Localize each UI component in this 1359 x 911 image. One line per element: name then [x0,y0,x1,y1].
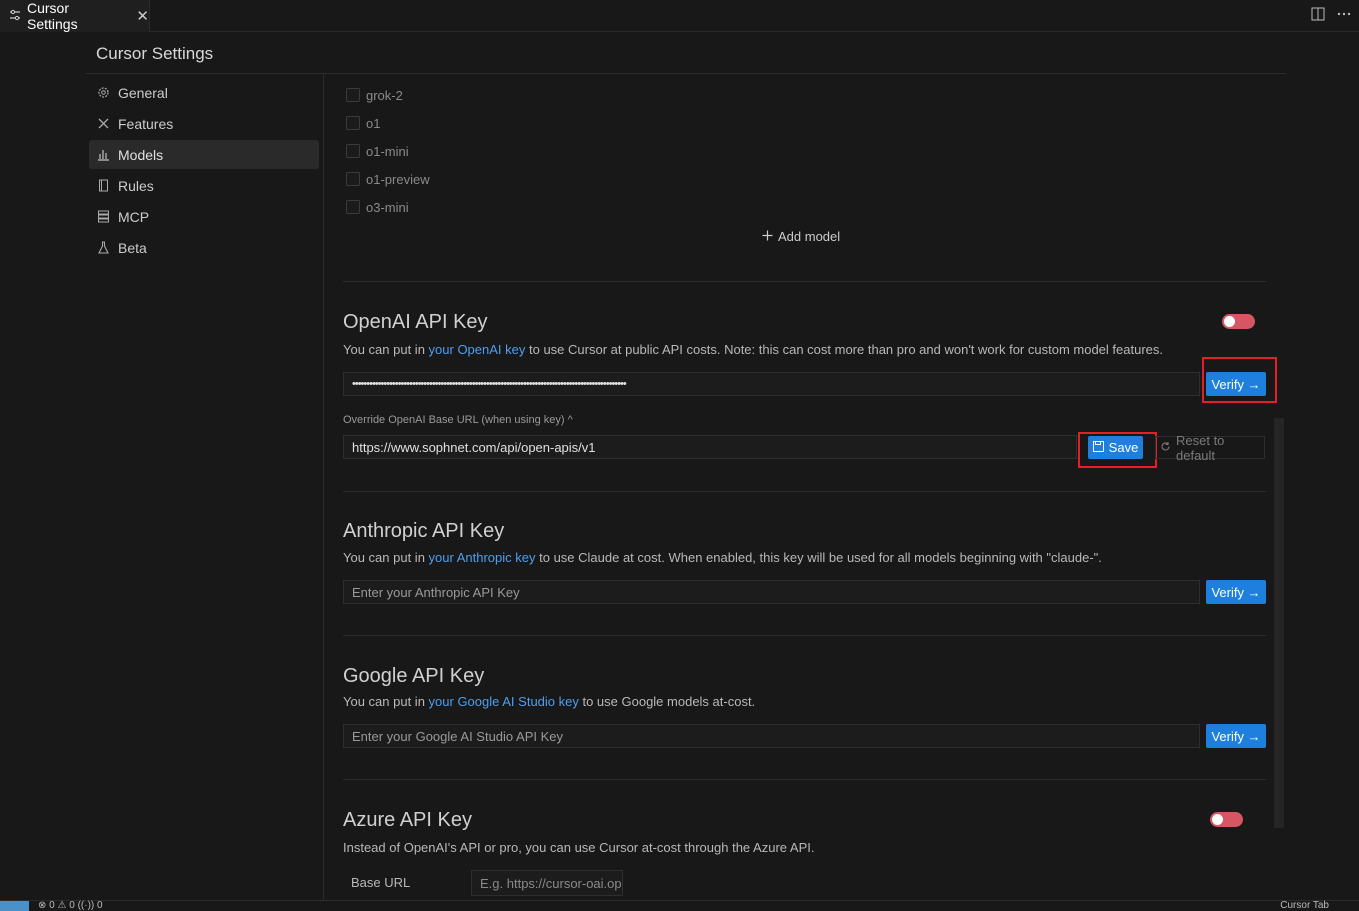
tools-icon [97,117,110,130]
openai-description: You can put in your OpenAI key to use Cu… [343,342,1163,357]
anthropic-verify-button[interactable]: Verify → [1206,580,1266,604]
sidebar-item-general[interactable]: General [89,78,319,107]
plus-icon [762,229,773,244]
sidebar-item-label: Features [118,115,174,132]
tab-title: Cursor Settings [27,0,78,32]
book-icon [97,179,110,192]
google-key-link[interactable]: your Google AI Studio key [429,694,579,709]
sidebar-item-models[interactable]: Models [89,140,319,169]
section-divider [343,635,1266,636]
google-key-input[interactable]: Enter your Google AI Studio API Key [343,724,1200,748]
section-divider [343,281,1266,282]
google-section-title: Google API Key [343,665,485,687]
openai-key-input[interactable]: ••••••••••••••••••••••••••••••••••••••••… [343,372,1200,396]
azure-section-title: Azure API Key [343,809,472,831]
scrollbar[interactable] [1274,418,1284,828]
settings-sliders-icon [9,8,21,24]
model-row-grok-2[interactable]: grok-2 [346,85,403,105]
server-icon [97,210,110,223]
page-title: Cursor Settings [96,44,214,63]
google-description: You can put in your Google AI Studio key… [343,694,755,709]
sidebar-item-features[interactable]: Features [89,109,319,138]
model-label: o1 [366,115,381,131]
desc-text: You can put in [343,694,429,709]
flask-icon [97,241,110,254]
desc-text: You can put in [343,550,429,565]
highlight-box-save [1078,432,1157,468]
cursor-tab-status[interactable]: Cursor Tab [1280,900,1329,911]
model-row-o1-preview[interactable]: o1-preview [346,169,430,189]
more-actions-icon[interactable] [1337,7,1351,24]
settings-sidebar: General Features Models Rules MCP Beta [89,78,319,264]
anthropic-description: You can put in your Anthropic key to use… [343,550,1102,565]
tab-cursor-settings[interactable]: Cursor Settings ✕ [0,0,150,32]
sidebar-item-rules[interactable]: Rules [89,171,319,200]
reset-label: Reset to default [1176,432,1225,463]
desc-text: You can put in [343,342,429,357]
model-checkbox[interactable] [346,144,360,158]
model-label: o1-preview [366,171,430,187]
add-model-label: Add model [778,229,841,244]
reset-to-default-button[interactable]: Reset to default [1155,433,1265,463]
sidebar-item-label: General [118,84,168,101]
sidebar-item-mcp[interactable]: MCP [89,202,319,231]
problems-indicator[interactable]: ⊗ 0 ⚠ 0 ((·)) 0 [38,900,103,911]
status-bar: ⊗ 0 ⚠ 0 ((·)) 0 Cursor Tab [0,900,1359,911]
reset-icon [1160,440,1171,455]
editor-tab-bar: Cursor Settings ✕ [0,0,1359,32]
desc-text: to use Google models at-cost. [578,694,756,709]
model-row-o3-mini[interactable]: o3-mini [346,197,409,217]
sidebar-divider [323,74,324,911]
model-checkbox[interactable] [346,116,360,130]
model-row-o1[interactable]: o1 [346,113,380,133]
gear-icon [97,86,110,99]
sidebar-item-label: Rules [118,177,154,194]
openai-base-url-input[interactable]: https://www.sophnet.com/api/open-apis/v1 [343,435,1077,459]
remote-indicator[interactable] [0,901,29,911]
desc-text: to use Cursor at public API costs. Note:… [525,342,1163,357]
azure-base-url-label: Base URL [351,875,411,890]
model-checkbox[interactable] [346,88,360,102]
model-label: o3-mini [366,199,409,215]
chart-icon [97,148,110,161]
anthropic-key-input[interactable]: Enter your Anthropic API Key [343,580,1200,604]
header-divider [86,73,1286,74]
highlight-box-verify [1202,357,1277,403]
anthropic-key-link[interactable]: your Anthropic key [429,550,536,565]
add-model-button[interactable]: Add model [762,229,840,244]
google-verify-button[interactable]: Verify → [1206,724,1266,748]
azure-description: Instead of OpenAI's API or pro, you can … [343,840,815,855]
sidebar-item-label: Models [118,146,164,163]
override-base-url-label[interactable]: Override OpenAI Base URL (when using key… [343,414,573,426]
section-divider [343,491,1266,492]
close-icon[interactable]: ✕ [136,7,149,25]
split-editor-icon[interactable] [1311,7,1325,24]
openai-toggle[interactable] [1222,314,1255,329]
desc-text: to use Claude at cost. When enabled, thi… [535,550,1102,565]
azure-toggle[interactable] [1210,812,1243,827]
openai-key-link[interactable]: your OpenAI key [429,342,526,357]
openai-section-title: OpenAI API Key [343,311,488,333]
sidebar-item-beta[interactable]: Beta [89,233,319,262]
azure-base-url-input[interactable]: E.g. https://cursor-oai.op [471,870,623,896]
model-label: grok-2 [366,87,403,103]
model-label: o1-mini [366,143,409,159]
sidebar-item-label: MCP [118,208,150,225]
sidebar-item-label: Beta [118,239,147,256]
anthropic-section-title: Anthropic API Key [343,520,505,542]
model-checkbox[interactable] [346,200,360,214]
section-divider [343,779,1266,780]
model-row-o1-mini[interactable]: o1-mini [346,141,409,161]
model-checkbox[interactable] [346,172,360,186]
